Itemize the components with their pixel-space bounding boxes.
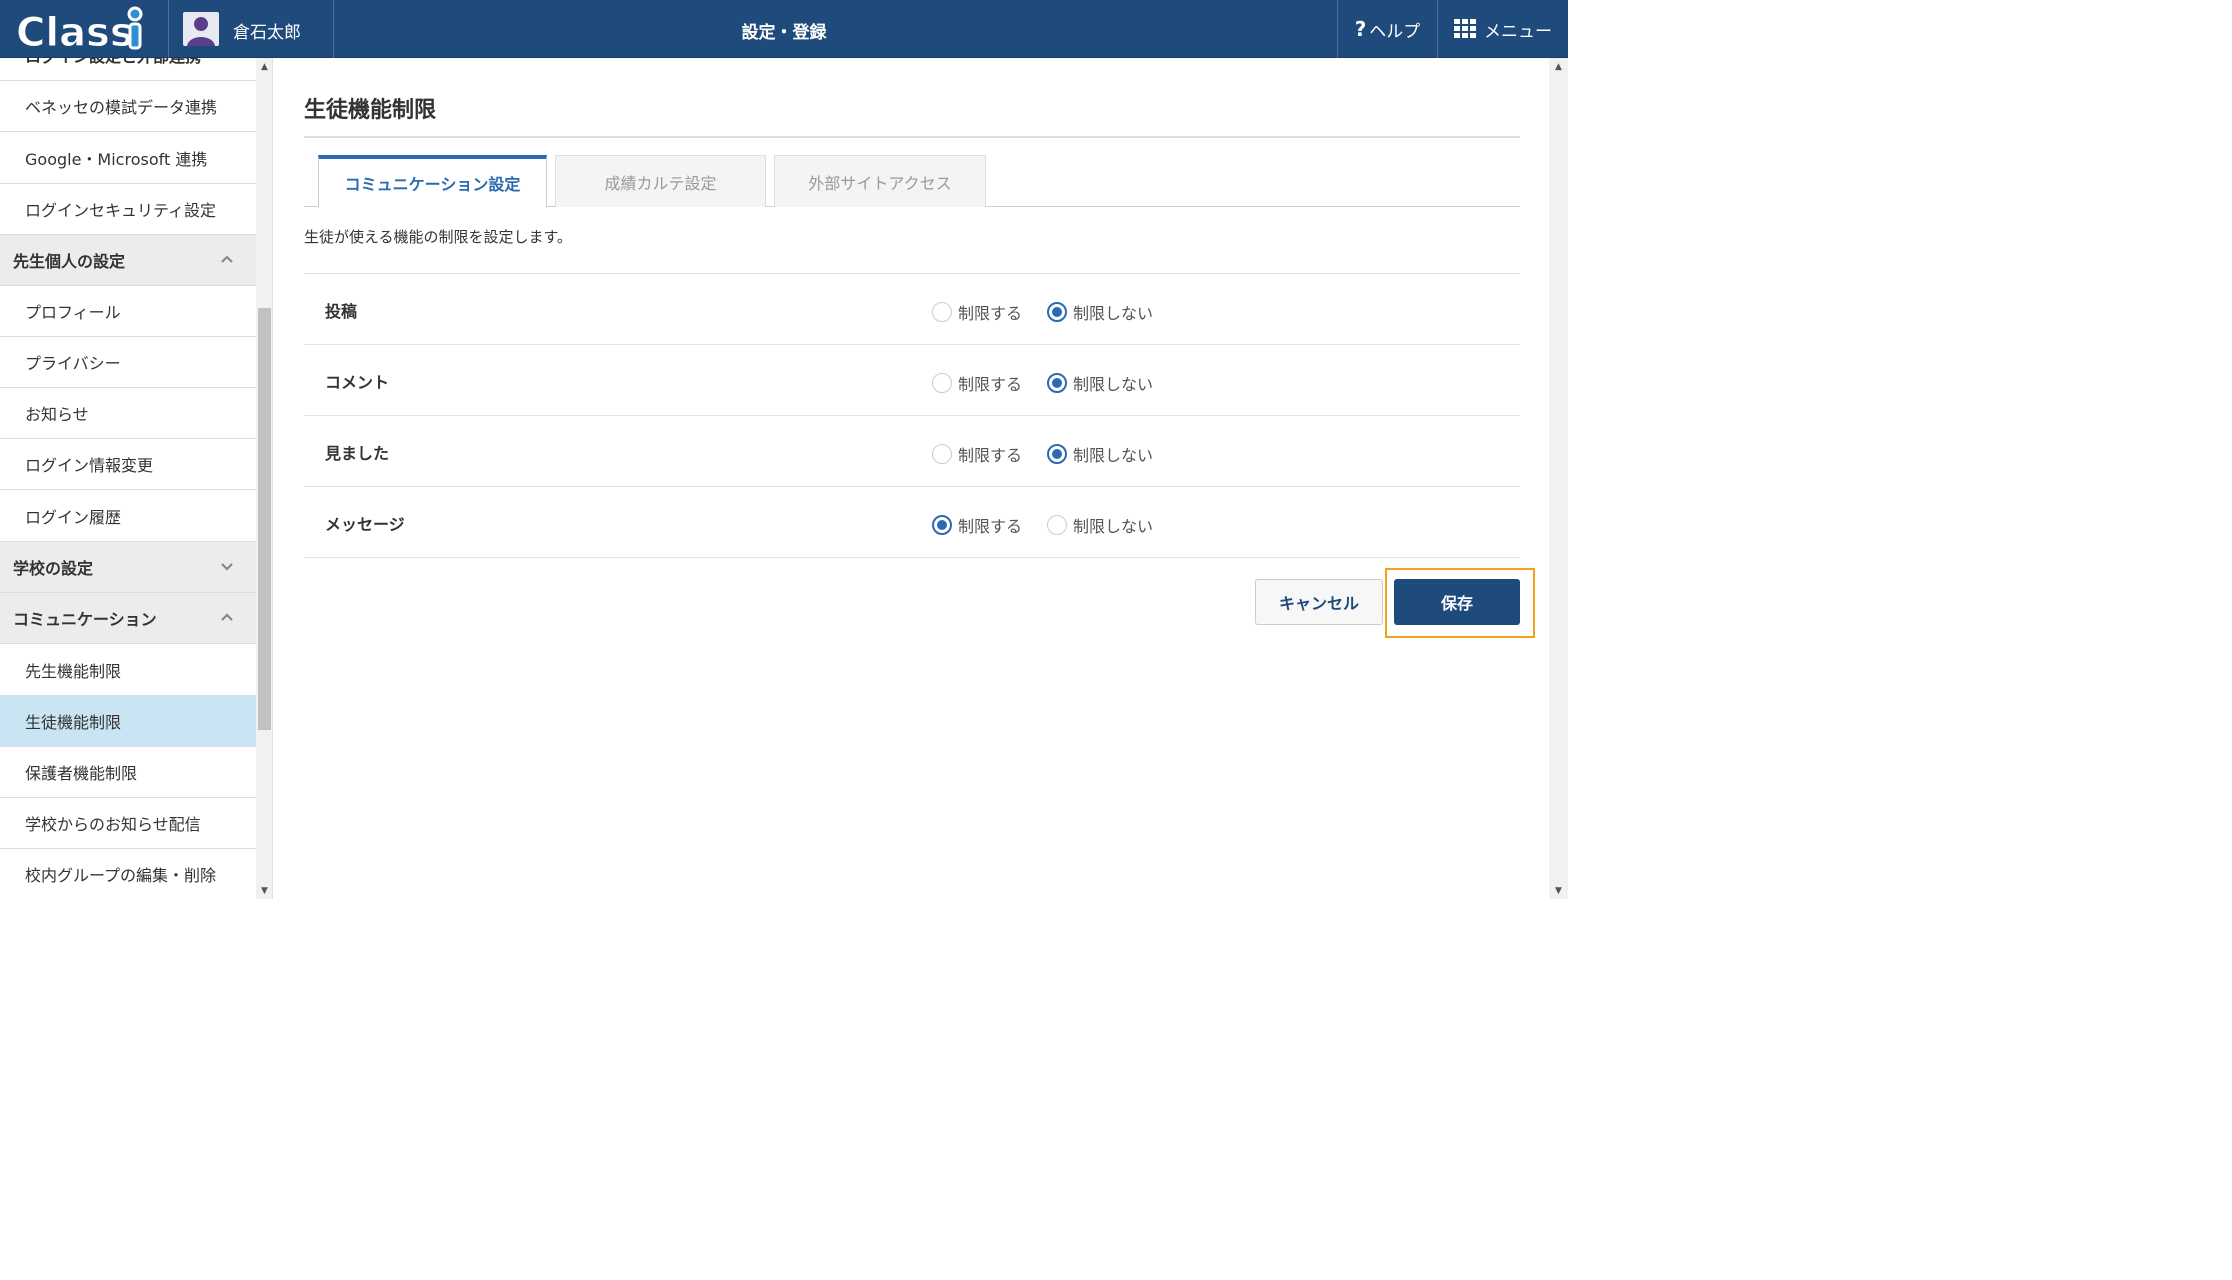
radio-label: 制限しない [1073,446,1154,465]
radio-button[interactable] [1047,515,1067,535]
tab-external-site[interactable]: 外部サイトアクセス [774,155,986,207]
sidebar-item-student-restrictions[interactable]: 生徒機能制限 [0,696,256,747]
radio-no-restrict[interactable]: 制限しない [1047,371,1153,395]
radio-button[interactable] [932,444,952,464]
settings-list: 投稿 制限する 制限しない コメント 制限する 制限しない 見ました 制限する … [304,273,1520,558]
chevron-up-icon [221,255,233,263]
user-menu[interactable]: 倉石太郎 [168,0,334,58]
sidebar: ログイン設定と外部連携 ベネッセの模試データ連携 Google・Microsof… [0,58,256,899]
save-button[interactable]: 保存 [1394,579,1520,625]
tab-grade-chart[interactable]: 成績カルテ設定 [555,155,766,207]
radio-label: 制限する [958,517,1023,536]
sidebar-item-teacher-restrictions[interactable]: 先生機能制限 [0,645,256,696]
sidebar-scroll-thumb[interactable] [258,308,271,730]
radio-label: 制限する [958,304,1023,323]
classi-logo-mark: Class [16,6,143,57]
radio-button-selected[interactable] [1047,444,1067,464]
grid-menu-icon [1454,19,1478,39]
radio-button[interactable] [932,373,952,393]
sidebar-item-notifications[interactable]: お知らせ [0,388,256,439]
section-label: 学校の設定 [13,559,94,578]
question-icon: ? [1354,17,1367,41]
setting-row-message: メッセージ 制限する 制限しない [304,487,1520,558]
page-header-title: 設定・登録 [741,23,827,43]
svg-text:Class: Class [16,10,134,54]
setting-row-post: 投稿 制限する 制限しない [304,274,1520,345]
title-divider [304,136,1520,138]
help-label: ヘルプ [1369,21,1421,42]
setting-label: メッセージ [325,515,405,534]
sidebar-item-google-microsoft[interactable]: Google・Microsoft 連携 [0,133,256,184]
avatar-icon [183,12,219,46]
sidebar-item-login-security[interactable]: ログインセキュリティ設定 [0,184,256,235]
radio-restrict[interactable]: 制限する [932,513,1022,537]
tab-communication[interactable]: コミュニケーション設定 [318,155,547,208]
radio-button-selected[interactable] [932,515,952,535]
help-button[interactable]: ? ヘルプ [1337,0,1438,58]
radio-button[interactable] [932,302,952,322]
radio-restrict[interactable]: 制限する [932,442,1022,466]
scroll-down-arrow-icon[interactable]: ▼ [1550,884,1567,898]
sidebar-item-benesse[interactable]: ベネッセの模試データ連携 [0,81,256,132]
user-name: 倉石太郎 [233,23,301,43]
chevron-down-icon [221,563,233,571]
sidebar-item-privacy[interactable]: プライバシー [0,337,256,388]
radio-button-selected[interactable] [1047,302,1067,322]
sidebar-item-login-info[interactable]: ログイン情報変更 [0,439,256,490]
radio-label: 制限しない [1073,517,1154,536]
setting-label: 見ました [325,444,390,463]
description-text: 生徒が使える機能の制限を設定します。 [304,228,573,246]
sidebar-item-login-history[interactable]: ログイン履歴 [0,491,256,542]
radio-no-restrict[interactable]: 制限しない [1047,300,1153,324]
menu-label: メニュー [1484,21,1552,42]
classi-logo[interactable]: Class [14,6,154,57]
sidebar-section-communication[interactable]: コミュニケーション [0,593,256,644]
setting-label: 投稿 [325,302,358,321]
setting-row-comment: コメント 制限する 制限しない [304,345,1520,416]
sidebar-item-group-edit[interactable]: 校内グループの編集・削除 [0,849,256,899]
radio-label: 制限しない [1073,375,1154,394]
top-header: Class 倉石太郎 設定・登録 ? ヘルプ メニュー [0,0,1568,58]
setting-label: コメント [325,373,390,392]
setting-row-seen: 見ました 制限する 制限しない [304,416,1520,487]
radio-restrict[interactable]: 制限する [932,300,1022,324]
scroll-up-arrow-icon[interactable]: ▲ [1550,60,1567,74]
sidebar-item-guardian-restrictions[interactable]: 保護者機能制限 [0,747,256,798]
cancel-button[interactable]: キャンセル [1255,579,1383,625]
radio-no-restrict[interactable]: 制限しない [1047,513,1153,537]
sidebar-item-profile[interactable]: プロフィール [0,286,256,337]
sidebar-section-school[interactable]: 学校の設定 [0,542,256,593]
radio-label: 制限する [958,446,1023,465]
section-label: コミュニケーション [13,610,157,629]
sidebar-section-teacher[interactable]: 先生個人の設定 [0,235,256,286]
radio-label: 制限する [958,375,1023,394]
radio-no-restrict[interactable]: 制限しない [1047,442,1153,466]
scroll-up-arrow-icon[interactable]: ▲ [256,60,273,74]
sidebar-item-partial[interactable]: ログイン設定と外部連携 [0,58,256,81]
section-label: 先生個人の設定 [13,252,126,271]
scroll-down-arrow-icon[interactable]: ▼ [256,884,273,898]
menu-button[interactable]: メニュー [1438,0,1568,58]
main-content: 生徒機能制限 コミュニケーション設定 成績カルテ設定 外部サイトアクセス 生徒が… [274,58,1549,899]
sidebar-item-school-announcements[interactable]: 学校からのお知らせ配信 [0,798,256,849]
page-scrollbar[interactable] [1549,58,1568,899]
radio-button-selected[interactable] [1047,373,1067,393]
chevron-up-icon [221,613,233,621]
tab-bar: コミュニケーション設定 成績カルテ設定 外部サイトアクセス [304,155,1520,208]
radio-label: 制限しない [1073,304,1154,323]
radio-restrict[interactable]: 制限する [932,371,1022,395]
page-title: 生徒機能制限 [304,98,437,123]
